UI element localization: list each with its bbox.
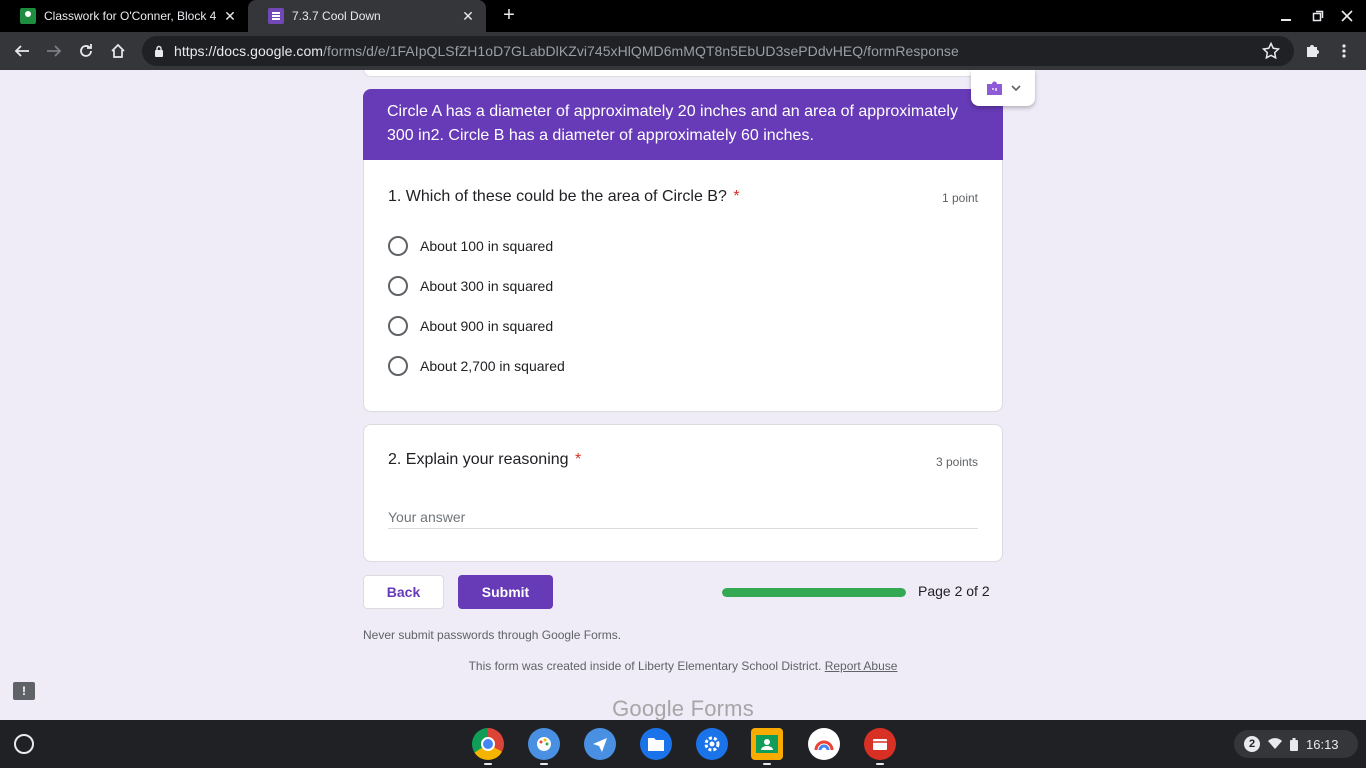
password-warning: Never submit passwords through Google Fo… [363, 628, 622, 642]
extensions-puzzle-icon[interactable] [1300, 39, 1324, 63]
forward-arrow-icon[interactable] [42, 39, 66, 63]
screencast-app-icon[interactable] [864, 728, 896, 765]
browser-tab-strip: Classwork for O'Conner, Block 4 ✕ 7.3.7 … [0, 0, 1366, 32]
running-indicator [540, 763, 548, 765]
bookmark-star-icon[interactable] [1262, 42, 1280, 60]
form-origin-notice: This form was created inside of Liberty … [0, 659, 1366, 673]
restore-icon[interactable] [1308, 6, 1328, 26]
created-text: This form was created inside of Liberty … [468, 659, 822, 673]
url-path: /forms/d/e/1FAIpQLSfZH1oD7GLabDlKZvi745x… [323, 43, 959, 59]
url-text: https://docs.google.com/forms/d/e/1FAIpQ… [174, 43, 959, 59]
option-100[interactable]: About 100 in squared [388, 234, 553, 258]
option-label: About 900 in squared [420, 318, 554, 334]
new-tab-plus-icon[interactable]: + [498, 4, 520, 26]
clock: 16:13 [1306, 736, 1339, 752]
feedback-icon[interactable]: ! [13, 682, 35, 700]
required-asterisk: * [575, 451, 582, 468]
option-300[interactable]: About 300 in squared [388, 274, 553, 298]
progress-bar [722, 588, 906, 597]
option-label: About 2,700 in squared [420, 358, 565, 374]
browser-toolbar: https://docs.google.com/forms/d/e/1FAIpQ… [0, 32, 1366, 70]
close-icon[interactable]: ✕ [222, 8, 238, 24]
launcher-icon[interactable] [14, 734, 34, 754]
wifi-icon [1268, 738, 1282, 749]
running-indicator [484, 763, 492, 765]
google-forms-logo[interactable]: Google Forms [0, 696, 1366, 720]
question-title: 1. Which of these could be the area of C… [388, 188, 740, 206]
chrome-app-icon[interactable] [472, 728, 504, 765]
option-label: About 100 in squared [420, 238, 554, 254]
chrome-canvas-app-icon[interactable] [808, 728, 840, 760]
lock-icon [155, 45, 163, 57]
os-shelf: 2 16:13 [0, 720, 1366, 768]
required-asterisk: * [733, 188, 740, 205]
paper-plane-app-icon[interactable] [584, 728, 616, 760]
home-icon[interactable] [106, 39, 130, 63]
radio-button[interactable] [388, 356, 408, 376]
section-description: Circle A has a diameter of approximately… [363, 89, 1003, 161]
status-tray[interactable]: 2 16:13 [1234, 730, 1358, 758]
brand-google: Google [612, 696, 685, 720]
url-host: https://docs.google.com [174, 43, 324, 59]
tab-title: Classwork for O'Conner, Block 4 [44, 9, 217, 23]
question-title: 2. Explain your reasoning * [388, 451, 581, 469]
extension-puzzle-icon [987, 81, 1002, 95]
chevron-down-icon [1011, 85, 1021, 92]
back-arrow-icon[interactable] [10, 39, 34, 63]
question-points: 1 point [941, 191, 978, 205]
form-page: Circle A has a diameter of approximately… [0, 70, 1366, 720]
settings-gear-icon[interactable] [696, 728, 728, 760]
option-900[interactable]: About 900 in squared [388, 314, 553, 338]
radio-button[interactable] [388, 316, 408, 336]
radio-button[interactable] [388, 276, 408, 296]
tab-title: 7.3.7 Cool Down [292, 9, 381, 23]
radio-button[interactable] [388, 236, 408, 256]
files-app-icon[interactable] [640, 728, 672, 760]
close-window-icon[interactable] [1337, 6, 1357, 26]
option-2700[interactable]: About 2,700 in squared [388, 354, 565, 378]
tab-cool-down[interactable]: 7.3.7 Cool Down ✕ [248, 0, 486, 32]
tab-classwork[interactable]: Classwork for O'Conner, Block 4 ✕ [0, 0, 248, 32]
battery-icon [1290, 737, 1298, 751]
notification-count: 2 [1244, 736, 1260, 752]
report-abuse-link[interactable]: Report Abuse [825, 659, 898, 673]
question-title-text: 2. Explain your reasoning [388, 451, 569, 468]
address-bar[interactable]: https://docs.google.com/forms/d/e/1FAIpQ… [142, 36, 1294, 66]
answer-text-input[interactable] [388, 505, 978, 529]
extension-popup[interactable] [971, 70, 1035, 106]
classroom-favicon-icon [20, 8, 36, 24]
brand-forms: Forms [690, 696, 754, 720]
back-button[interactable]: Back [363, 575, 444, 609]
running-indicator [763, 763, 771, 765]
running-indicator [876, 763, 884, 765]
reload-icon[interactable] [74, 39, 98, 63]
page-indicator: Page 2 of 2 [918, 583, 990, 599]
question-card-1: 1. Which of these could be the area of C… [363, 160, 1003, 412]
question-points: 3 points [935, 455, 978, 469]
option-label: About 300 in squared [420, 278, 554, 294]
close-icon[interactable]: ✕ [460, 8, 476, 24]
progress-bar-fill [722, 588, 906, 597]
forms-favicon-icon [268, 8, 284, 24]
minimize-icon[interactable] [1276, 6, 1296, 26]
menu-more-icon[interactable] [1332, 39, 1356, 63]
question-card-2: 2. Explain your reasoning * 3 points [363, 424, 1003, 562]
previous-card-edge [363, 70, 1003, 77]
question-title-text: 1. Which of these could be the area of C… [388, 188, 727, 205]
google-classroom-app-icon[interactable] [751, 728, 783, 765]
submit-button[interactable]: Submit [458, 575, 553, 609]
canvas-palette-app-icon[interactable] [528, 728, 560, 765]
